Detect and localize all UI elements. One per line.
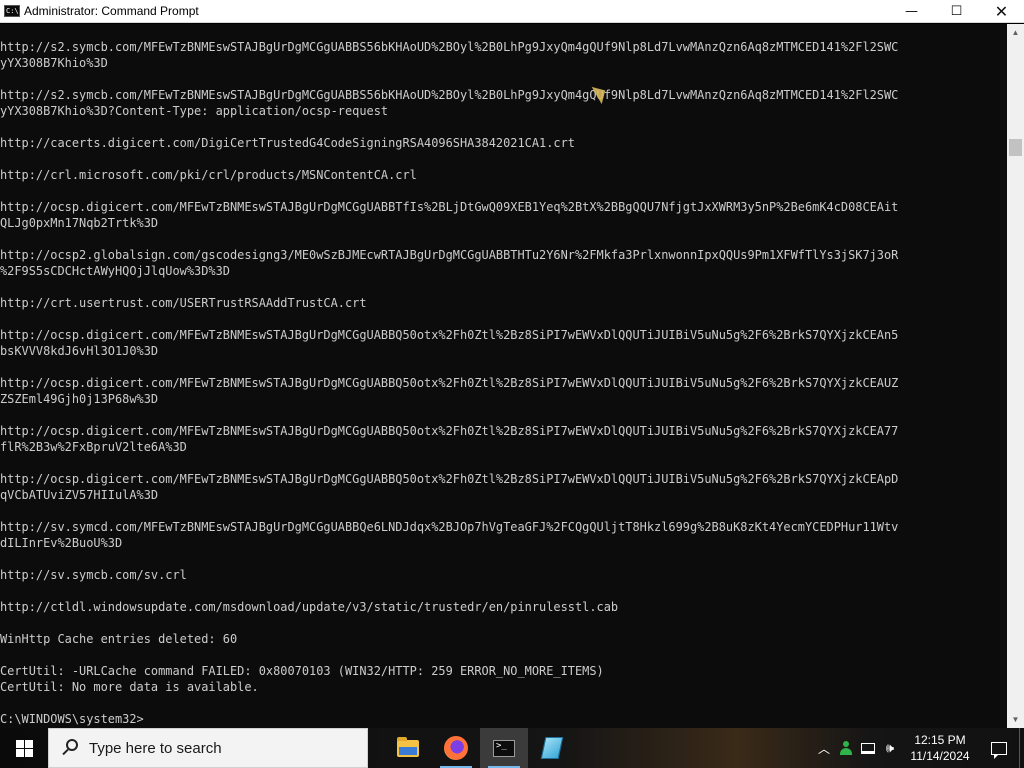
- console-line: http://ocsp.digicert.com/MFEwTzBNMEswSTA…: [0, 424, 899, 438]
- console-line: http://sv.symcd.com/MFEwTzBNMEswSTAJBgUr…: [0, 520, 899, 534]
- console-line: qVCbATUviZV57HIIulA%3D: [0, 488, 159, 502]
- console-line: CertUtil: -URLCache command FAILED: 0x80…: [0, 664, 604, 678]
- cmd-icon: [493, 739, 515, 757]
- window-titlebar[interactable]: C:\ Administrator: Command Prompt — ☐ ✕: [0, 0, 1024, 23]
- console-line: http://crt.usertrust.com/USERTrustRSAAdd…: [0, 296, 367, 310]
- window-controls: — ☐ ✕: [889, 0, 1024, 23]
- search-placeholder: Type here to search: [89, 739, 222, 757]
- console-line: http://s2.symcb.com/MFEwTzBNMEswSTAJBgUr…: [0, 40, 899, 54]
- people-icon: [839, 741, 853, 755]
- console-line: http://ocsp.digicert.com/MFEwTzBNMEswSTA…: [0, 376, 899, 390]
- notification-center-button[interactable]: [979, 728, 1019, 768]
- console-line: http://crl.microsoft.com/pki/crl/product…: [0, 168, 417, 182]
- scroll-thumb[interactable]: [1009, 139, 1022, 156]
- console-line: C:\WINDOWS\system32>: [0, 712, 144, 726]
- firefox-icon: [444, 736, 468, 760]
- notification-icon: [991, 741, 1007, 759]
- taskbar-clock[interactable]: 12:15 PM 11/14/2024: [901, 732, 979, 764]
- window-title: Administrator: Command Prompt: [24, 4, 199, 18]
- cmd-window-icon[interactable]: C:\: [4, 5, 20, 17]
- console-line: http://ocsp2.globalsign.com/gscodesigng3…: [0, 248, 899, 262]
- console-line: bsKVVV8kdJ6vHl3O1J0%3D: [0, 344, 159, 358]
- console-output[interactable]: http://s2.symcb.com/MFEwTzBNMEswSTAJBgUr…: [0, 24, 1007, 728]
- search-icon: [61, 738, 81, 758]
- console-line: http://ocsp.digicert.com/MFEwTzBNMEswSTA…: [0, 472, 899, 486]
- clock-time: 12:15 PM: [914, 733, 966, 747]
- close-button[interactable]: ✕: [979, 0, 1024, 23]
- vertical-scrollbar[interactable]: ▲ ▼: [1007, 24, 1024, 728]
- console-line: %2F9S5sCDCHctAWyHQOjJlqUow%3D%3D: [0, 264, 230, 278]
- file-explorer-icon: [397, 736, 419, 757]
- taskbar-command-prompt[interactable]: [480, 728, 528, 768]
- console-line: http://cacerts.digicert.com/DigiCertTrus…: [0, 136, 575, 150]
- taskbar-search-box[interactable]: Type here to search: [48, 728, 368, 768]
- console-line: CertUtil: No more data is available.: [0, 680, 259, 694]
- console-line: WinHttp Cache entries deleted: 60: [0, 632, 238, 646]
- console-line: http://s2.symcb.com/MFEwTzBNMEswSTAJBgUr…: [0, 88, 899, 102]
- minimize-button[interactable]: —: [889, 0, 934, 23]
- clock-date: 11/14/2024: [910, 749, 970, 763]
- scroll-down-arrow-icon[interactable]: ▼: [1007, 711, 1024, 728]
- console-line: http://sv.symcb.com/sv.crl: [0, 568, 187, 582]
- system-tray: ︿ 🕪 12:15 PM 11/14/2024: [813, 728, 1024, 768]
- taskbar-notepad[interactable]: [528, 728, 576, 768]
- console-line: flR%2B3w%2FxBpruV2lte6A%3D: [0, 440, 187, 454]
- console-line: dILInrEv%2BuoU%3D: [0, 536, 123, 550]
- console-line: yYX308B7Khio%3D: [0, 56, 108, 70]
- tray-chevron-up-icon[interactable]: ︿: [813, 728, 835, 768]
- taskbar: Type here to search ︿ 🕪 12:15 PM 11/14/2…: [0, 728, 1024, 768]
- console-line: http://ctldl.windowsupdate.com/msdownloa…: [0, 600, 619, 614]
- maximize-button[interactable]: ☐: [934, 0, 979, 23]
- tray-network-icon-wrapper[interactable]: [857, 728, 879, 768]
- console-line: http://ocsp.digicert.com/MFEwTzBNMEswSTA…: [0, 200, 899, 214]
- show-desktop-button[interactable]: [1019, 728, 1024, 768]
- console-line: http://ocsp.digicert.com/MFEwTzBNMEswSTA…: [0, 328, 899, 342]
- network-icon: [861, 742, 875, 754]
- notepad-icon: [540, 737, 564, 759]
- console-line: QLJg0pxMn17Nqb2Trtk%3D: [0, 216, 159, 230]
- taskbar-firefox[interactable]: [432, 728, 480, 768]
- tray-people-icon-wrapper[interactable]: [835, 728, 857, 768]
- console-line: ZSZEml49Gjh0j13P68w%3D: [0, 392, 159, 406]
- console-line: yYX308B7Khio%3D?Content-Type: applicatio…: [0, 104, 389, 118]
- start-button[interactable]: [0, 728, 48, 768]
- taskbar-file-explorer[interactable]: [384, 728, 432, 768]
- scroll-up-arrow-icon[interactable]: ▲: [1007, 24, 1024, 41]
- windows-logo-icon: [15, 739, 33, 757]
- speaker-icon[interactable]: 🕪: [879, 728, 901, 768]
